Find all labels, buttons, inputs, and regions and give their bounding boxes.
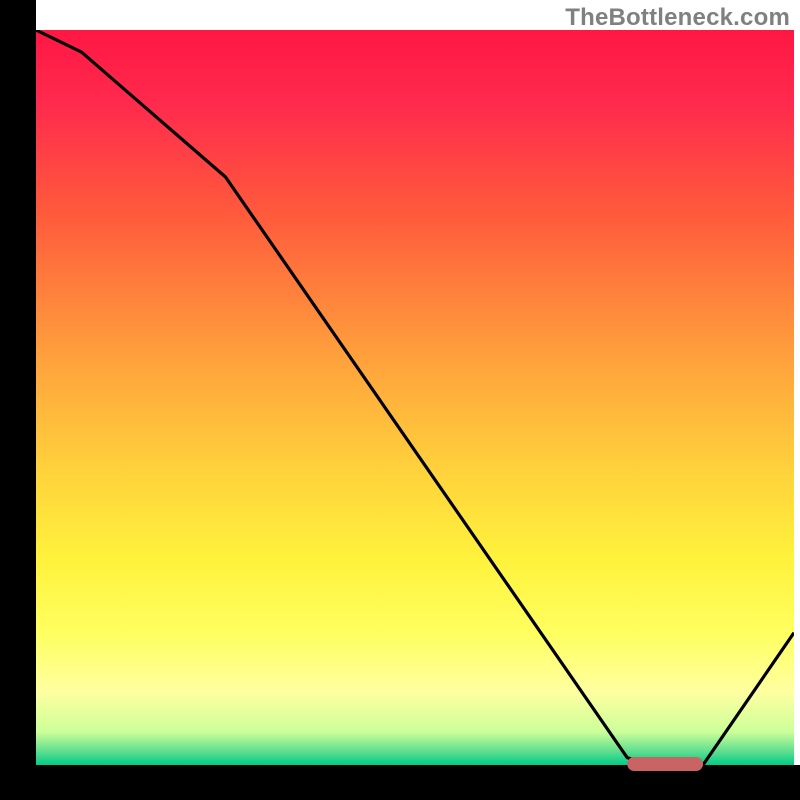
plot-background (36, 30, 794, 765)
optimal-marker (627, 757, 703, 771)
chart-container: TheBottleneck.com (0, 0, 800, 800)
bottleneck-chart (0, 0, 800, 800)
y-axis (0, 0, 36, 800)
